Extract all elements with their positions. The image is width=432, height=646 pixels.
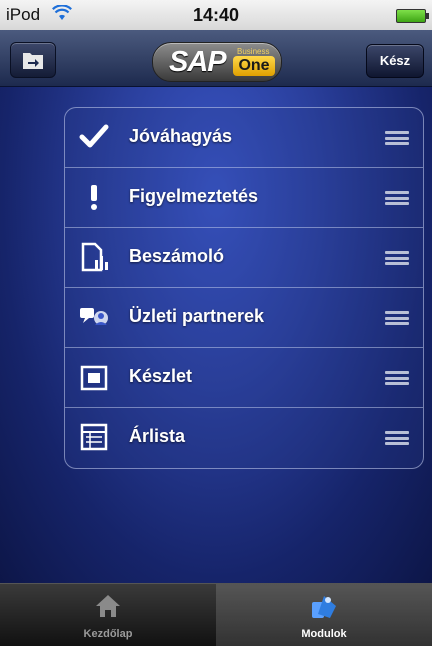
logo-one-text: One: [233, 56, 275, 76]
module-row-alert[interactable]: Figyelmeztetés: [65, 167, 423, 227]
module-label: Figyelmeztetés: [129, 186, 259, 206]
module-label: Árlista: [129, 426, 186, 446]
folder-arrow-icon: [23, 53, 43, 69]
clock: 14:40: [192, 5, 240, 25]
main-content: Jóváhagyás Figyelmeztetés Beszámoló Üzle…: [0, 87, 432, 583]
status-bar: iPod 14:40: [0, 0, 432, 30]
navigation-bar: SAP Business One Kész: [0, 30, 432, 87]
price-list-icon: [79, 422, 109, 452]
reorder-handle-icon[interactable]: [385, 371, 409, 385]
report-icon: [79, 242, 109, 272]
reorder-handle-icon[interactable]: [385, 251, 409, 265]
module-label: Beszámoló: [129, 246, 225, 266]
exclamation-icon: [79, 182, 109, 212]
module-row-report[interactable]: Beszámoló: [65, 227, 423, 287]
tab-label: Kezdőlap: [83, 628, 133, 640]
reorder-handle-icon[interactable]: [385, 311, 409, 325]
modules-icon: [310, 592, 338, 620]
sap-business-one-logo: SAP Business One: [152, 42, 282, 82]
tab-home[interactable]: Kezdőlap: [0, 584, 216, 646]
tab-label: Modulok: [301, 628, 347, 640]
module-row-approval[interactable]: Jóváhagyás: [65, 108, 423, 167]
module-row-business-partners[interactable]: Üzleti partnerek: [65, 287, 423, 347]
reorder-handle-icon[interactable]: [385, 191, 409, 205]
business-partners-icon: [79, 302, 109, 332]
reorder-handle-icon[interactable]: [385, 131, 409, 145]
module-label: Jóváhagyás: [129, 126, 233, 146]
inventory-icon: [79, 362, 109, 392]
reorder-handle-icon[interactable]: [385, 431, 409, 445]
logo-business-text: Business: [237, 47, 270, 56]
module-label: Üzleti partnerek: [129, 306, 265, 326]
module-row-price-list[interactable]: Árlista: [65, 407, 423, 467]
folder-button[interactable]: [10, 42, 56, 78]
module-row-inventory[interactable]: Készlet: [65, 347, 423, 407]
tab-bar: Kezdőlap Modulok: [0, 583, 432, 646]
home-icon: [94, 592, 122, 620]
checkmark-icon: [79, 122, 109, 152]
tab-modules[interactable]: Modulok: [216, 584, 432, 646]
battery-icon: [396, 9, 429, 23]
done-button[interactable]: Kész: [366, 44, 424, 78]
module-label: Készlet: [129, 366, 193, 386]
logo-sap-text: SAP: [169, 46, 227, 78]
module-list: Jóváhagyás Figyelmeztetés Beszámoló Üzle…: [64, 107, 424, 469]
